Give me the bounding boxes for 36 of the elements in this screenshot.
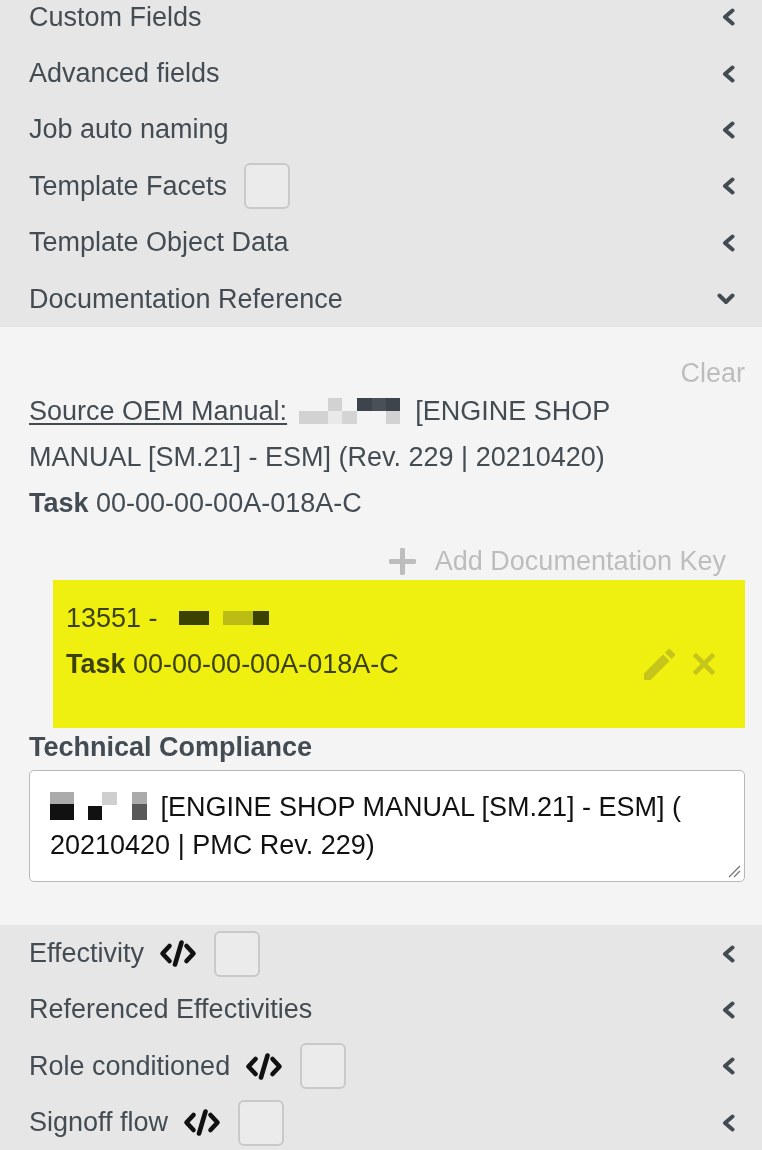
chevron-left-icon[interactable] bbox=[722, 8, 735, 27]
code-icon[interactable] bbox=[245, 1052, 284, 1080]
field-label: Technical Compliance bbox=[29, 733, 313, 762]
chevron-left-icon[interactable] bbox=[722, 944, 735, 963]
plus-icon bbox=[388, 548, 416, 576]
chevron-left-icon[interactable] bbox=[722, 233, 735, 252]
chevron-left-icon[interactable] bbox=[722, 1057, 735, 1076]
chevron-left-icon[interactable] bbox=[722, 64, 735, 83]
section-title[interactable]: Documentation Reference bbox=[29, 283, 343, 315]
checkbox[interactable] bbox=[214, 930, 261, 977]
key-task-text: Task 00-00-00-00A-018A-C bbox=[66, 648, 399, 680]
chevron-down-icon[interactable] bbox=[717, 293, 735, 306]
task-reference-text: Task 00-00-00-00A-018A-C bbox=[29, 487, 362, 521]
section-title[interactable]: Template Facets bbox=[29, 170, 228, 202]
chevron-left-icon[interactable] bbox=[722, 120, 735, 139]
section-title[interactable]: Job auto naming bbox=[29, 114, 229, 146]
source-manual-link[interactable]: Source OEM Manual: bbox=[29, 396, 288, 427]
section-title[interactable]: Signoff flow bbox=[29, 1107, 169, 1139]
chevron-left-icon[interactable] bbox=[722, 1113, 735, 1132]
section-title[interactable]: Effectivity bbox=[29, 938, 145, 970]
checkbox[interactable] bbox=[244, 163, 291, 210]
source-reference-text: Source OEM Manual: [ENGINE SHOP MANUAL [SM.21] - ESM] (Rev. 229 | 20210420) bbox=[29, 395, 611, 475]
section-title[interactable]: Role conditioned bbox=[29, 1050, 231, 1082]
chevron-left-icon[interactable] bbox=[722, 177, 735, 196]
text-area-field[interactable]: [ENGINE SHOP MANUAL [SM.21] - ESM] ( 20210420 | PMC Rev. 229) bbox=[29, 770, 745, 883]
code-icon[interactable] bbox=[159, 940, 198, 968]
code-icon[interactable] bbox=[183, 1109, 222, 1137]
section-title[interactable]: Referenced Effectivities bbox=[29, 994, 313, 1026]
section-title[interactable]: Template Object Data bbox=[29, 227, 289, 259]
checkbox[interactable] bbox=[238, 1099, 285, 1146]
key-number-text: 13551 - bbox=[66, 602, 158, 634]
checkbox[interactable] bbox=[300, 1043, 347, 1090]
chevron-left-icon[interactable] bbox=[722, 1000, 735, 1019]
section-title[interactable]: Advanced fields bbox=[29, 58, 220, 90]
section-title[interactable]: Custom Fields bbox=[29, 1, 202, 33]
resize-grip-icon[interactable] bbox=[728, 865, 741, 879]
